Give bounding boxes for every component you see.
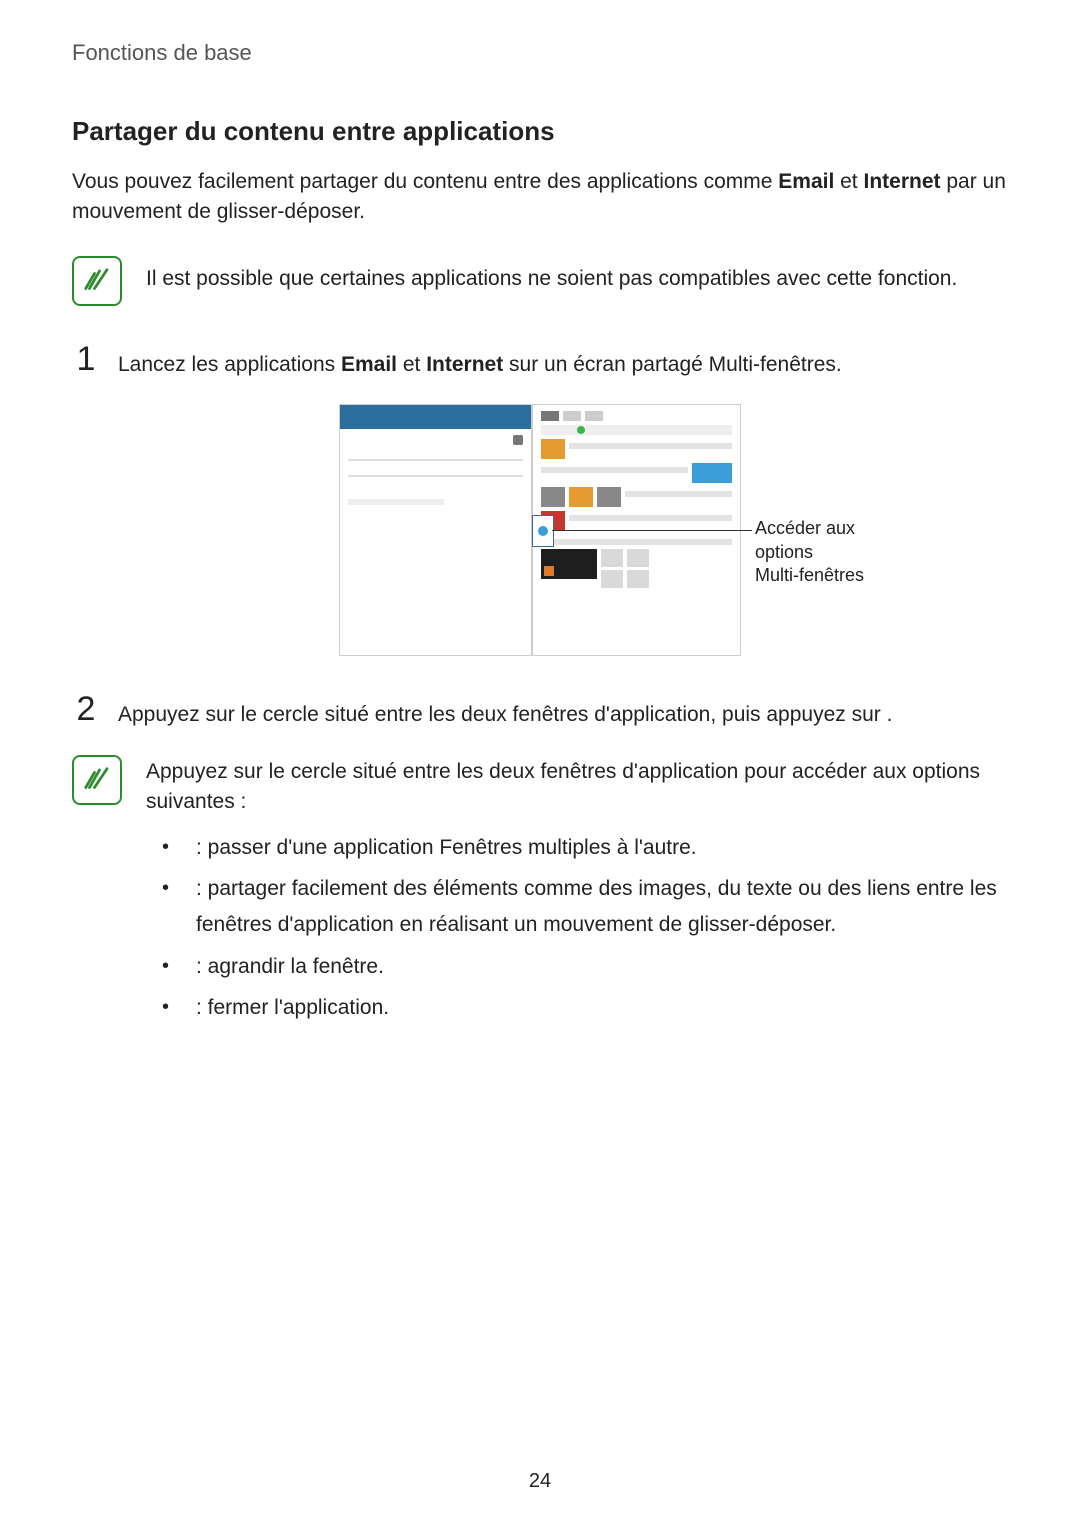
figure-mini [601,570,623,588]
note-icon [72,755,122,805]
figure-tab [541,411,559,421]
options-note-block: Appuyez sur le cercle situé entre les de… [72,755,1008,1026]
figure-container: Accéder aux options Multi-fenêtres [72,404,1008,656]
figure-txt [569,443,732,449]
figure-thumb [541,439,565,459]
figure-col [627,549,649,588]
page-number: 24 [0,1470,1080,1493]
breadcrumb: Fonctions de base [72,40,1008,66]
step-1-number: 1 [72,342,100,376]
option-1-text: : passer d'une application Fenêtres mult… [196,836,697,859]
figure-mini [627,549,649,567]
figure-row [541,535,732,545]
step-2: 2 Appuyez sur le cercle situé entre les … [72,692,1008,730]
option-4-text: : fermer l'application. [196,996,389,1019]
option-close-app: : fermer l'application. [162,990,1008,1026]
figure-tab [563,411,581,421]
step1-bold-internet: Internet [426,353,503,376]
figure-right-tabs [541,411,732,421]
figure-callout: Accéder aux options Multi-fenêtres [755,517,915,587]
manual-page: Fonctions de base Partager du contenu en… [0,0,1080,1527]
figure-left-pane [340,405,531,655]
intro-bold-internet: Internet [863,170,940,193]
figure-thumb [541,487,565,507]
callout-line1: Accéder aux options [755,518,855,561]
intro-bold-email: Email [778,170,834,193]
option-share-content: : partager facilement des éléments comme… [162,871,1008,942]
figure-left-line [348,459,523,461]
option-2-text: : partager facilement des éléments comme… [196,877,997,936]
figure-row [541,487,732,507]
figure-txt [625,491,732,497]
figure-txt [541,467,688,473]
figure-mini [601,549,623,567]
options-note: Appuyez sur le cercle situé entre les de… [72,755,1008,818]
option-switch-app: : passer d'une application Fenêtres mult… [162,830,1008,866]
figure-left-line [348,475,523,477]
callout-leader [552,530,752,531]
figure-left-topbar [340,405,531,429]
figure-left-sq [513,435,523,445]
multiwindow-handle [532,515,554,547]
options-list: : passer d'une application Fenêtres mult… [162,830,1008,1026]
figure-row [541,549,732,588]
step1-post: sur un écran partagé Multi-fenêtres. [503,353,842,376]
intro-paragraph: Vous pouvez facilement partager du conte… [72,167,1008,228]
step1-bold-email: Email [341,353,397,376]
step-1-text: Lancez les applications Email et Interne… [118,342,842,380]
step-2-number: 2 [72,692,100,726]
option-3-text: : agrandir la fenêtre. [196,955,384,978]
figure-txt [569,515,732,521]
figure-left-faint [348,499,444,505]
figure-row [541,511,732,531]
option-maximize: : agrandir la fenêtre. [162,949,1008,985]
figure-thumb [569,487,593,507]
step-2-text: Appuyez sur le cercle situé entre les de… [118,692,892,730]
intro-text-mid: et [834,170,863,193]
step-1: 1 Lancez les applications Email et Inter… [72,342,1008,380]
figure-row [541,439,732,459]
figure-row [541,463,732,483]
compatibility-note: Il est possible que certaines applicatio… [72,256,1008,306]
figure-mini [627,570,649,588]
multiwindow-handle-dot [538,526,548,536]
figure-col [601,549,623,588]
figure-addr-bar [541,425,732,435]
note-icon [72,256,122,306]
figure-left-subbar [348,435,523,445]
figure-tab [585,411,603,421]
figure-txt [541,539,732,545]
callout-line2: Multi-fenêtres [755,565,864,585]
compatibility-note-text: Il est possible que certaines applicatio… [146,256,957,294]
figure-thumb [597,487,621,507]
figure-thumb [541,549,597,579]
section-title: Partager du contenu entre applications [72,116,1008,147]
figure-addr-dot [577,426,585,434]
intro-text-pre: Vous pouvez facilement partager du conte… [72,170,778,193]
step1-mid: et [397,353,426,376]
options-note-text: Appuyez sur le cercle situé entre les de… [146,755,1008,818]
multiwindow-figure: Accéder aux options Multi-fenêtres [339,404,741,656]
step1-pre: Lancez les applications [118,353,341,376]
figure-thumb [692,463,732,483]
